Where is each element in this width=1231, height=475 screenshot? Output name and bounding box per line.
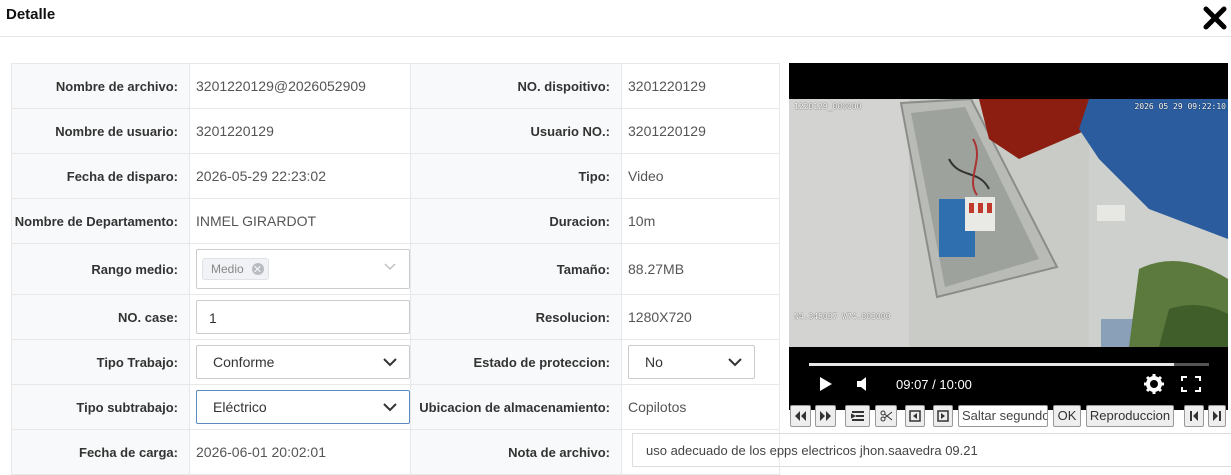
player-toolbar: Saltar segundo OK Reproduccion — [789, 404, 1231, 428]
label-user-name: Nombre de usuario: — [11, 108, 190, 154]
chevron-down-icon — [384, 263, 396, 270]
label-range: Rango medio: — [11, 243, 190, 295]
value-resolution: 1280X720 — [621, 294, 780, 340]
subwork-type-value: Eléctrico — [213, 399, 267, 415]
list-icon[interactable] — [845, 405, 870, 427]
dialog-header: Detalle — [0, 0, 1231, 37]
volume-icon[interactable] — [855, 376, 871, 392]
chevron-down-icon — [728, 358, 742, 367]
skip-start-icon[interactable] — [1184, 405, 1204, 427]
range-multiselect[interactable]: Medio — [196, 249, 410, 289]
value-file-name: 3201220129@2026052909 — [189, 63, 411, 109]
progress-bar[interactable] — [809, 363, 1209, 366]
value-storage-location: Copilotos — [621, 384, 780, 430]
label-department: Nombre de Departamento: — [11, 198, 190, 244]
table-row: NO. case: 1 Resolucion: 1280X720 — [11, 294, 780, 340]
label-upload-date: Fecha de carga: — [11, 429, 190, 475]
value-duration: 10m — [621, 198, 780, 244]
osd-timestamp: 2026 05 29 09:22:10 — [1134, 102, 1226, 111]
label-type: Tipo: — [410, 153, 622, 199]
skip-end-icon[interactable] — [1208, 405, 1226, 427]
detail-table: Nombre de archivo: 3201220129@2026052909… — [11, 63, 780, 475]
label-subwork-type: Tipo subtrabajo: — [11, 384, 190, 430]
label-file-note: Nota de archivo: — [410, 429, 622, 475]
value-device-no: 3201220129 — [621, 63, 780, 109]
table-row: Nombre de usuario: 3201220129 Usuario NO… — [11, 108, 780, 154]
work-type-select[interactable]: Conforme — [196, 345, 410, 379]
table-row: Tipo Trabajo: Conforme Estado de protecc… — [11, 339, 780, 385]
settings-icon[interactable] — [1144, 374, 1164, 394]
table-row: Fecha de disparo: 2026-05-29 22:23:02 Ti… — [11, 153, 780, 199]
table-row: Tipo subtrabajo: Eléctrico Ubicacion de … — [11, 384, 780, 430]
protection-state-select[interactable]: No — [628, 345, 755, 379]
fullscreen-icon[interactable] — [1181, 376, 1201, 392]
video-frame-image — [789, 99, 1228, 347]
subwork-type-select[interactable]: Eléctrico — [196, 390, 410, 424]
label-case-no: NO. case: — [11, 294, 190, 340]
value-size: 88.27MB — [621, 243, 780, 295]
label-device-no: NO. dispoitivo: — [410, 63, 622, 109]
value-trigger-date: 2026-05-29 22:23:02 — [189, 153, 411, 199]
chevron-down-icon — [383, 403, 397, 412]
prev-frame-icon[interactable] — [905, 405, 925, 427]
player-controls: 09:07 / 10:00 — [789, 347, 1228, 410]
progress-fill — [809, 363, 1174, 366]
chevron-down-icon — [383, 358, 397, 367]
range-tag: Medio — [202, 258, 269, 280]
scissors-icon[interactable] — [875, 405, 897, 427]
time-display: 09:07 / 10:00 — [896, 377, 972, 392]
value-upload-date: 2026-06-01 20:02:01 — [189, 429, 411, 475]
playback-button[interactable]: Reproduccion — [1086, 405, 1174, 427]
label-resolution: Resolucion: — [410, 294, 622, 340]
label-trigger-date: Fecha de disparo: — [11, 153, 190, 199]
play-icon[interactable] — [818, 375, 834, 393]
close-icon[interactable] — [1203, 5, 1227, 31]
ok-button[interactable]: OK — [1053, 405, 1081, 427]
value-type: Video — [621, 153, 780, 199]
dialog-title: Detalle — [6, 6, 56, 23]
seek-seconds-input[interactable]: Saltar segundo — [958, 405, 1048, 427]
value-department: INMEL GIRARDOT — [189, 198, 411, 244]
label-duration: Duracion: — [410, 198, 622, 244]
label-file-name: Nombre de archivo: — [11, 63, 190, 109]
work-type-value: Conforme — [213, 354, 275, 370]
table-row: Rango medio: Medio Tamaño: 88.27MB — [11, 243, 780, 295]
case-no-value: 1 — [209, 310, 217, 326]
value-user-name: 3201220129 — [189, 108, 411, 154]
label-storage-location: Ubicacion de almacenamiento: — [410, 384, 622, 430]
value-user-no: 3201220129 — [621, 108, 780, 154]
case-no-input[interactable]: 1 — [196, 300, 410, 334]
label-user-no: Usuario NO.: — [410, 108, 622, 154]
label-work-type: Tipo Trabajo: — [11, 339, 190, 385]
tag-remove-icon[interactable] — [251, 263, 264, 275]
range-tag-label: Medio — [211, 262, 244, 276]
rewind-icon[interactable] — [790, 405, 811, 427]
video-player[interactable]: 1220129_000000 2026 05 29 09:22:10 N4.34… — [789, 63, 1228, 410]
osd-device-id: 1220129_000000 — [794, 102, 862, 111]
next-frame-icon[interactable] — [933, 405, 953, 427]
osd-coordinates: N4.345037 W74.803009 — [794, 312, 891, 321]
label-size: Tamaño: — [410, 243, 622, 295]
table-row: Nombre de archivo: 3201220129@2026052909… — [11, 63, 780, 109]
table-row: Nombre de Departamento: INMEL GIRARDOT D… — [11, 198, 780, 244]
label-protection-state: Estado de proteccion: — [410, 339, 622, 385]
protection-state-value: No — [645, 354, 663, 370]
fast-forward-icon[interactable] — [815, 405, 836, 427]
video-frame[interactable]: 1220129_000000 2026 05 29 09:22:10 N4.34… — [789, 99, 1228, 347]
file-note-field[interactable]: uso adecuado de los epps electricos jhon… — [632, 433, 1231, 467]
